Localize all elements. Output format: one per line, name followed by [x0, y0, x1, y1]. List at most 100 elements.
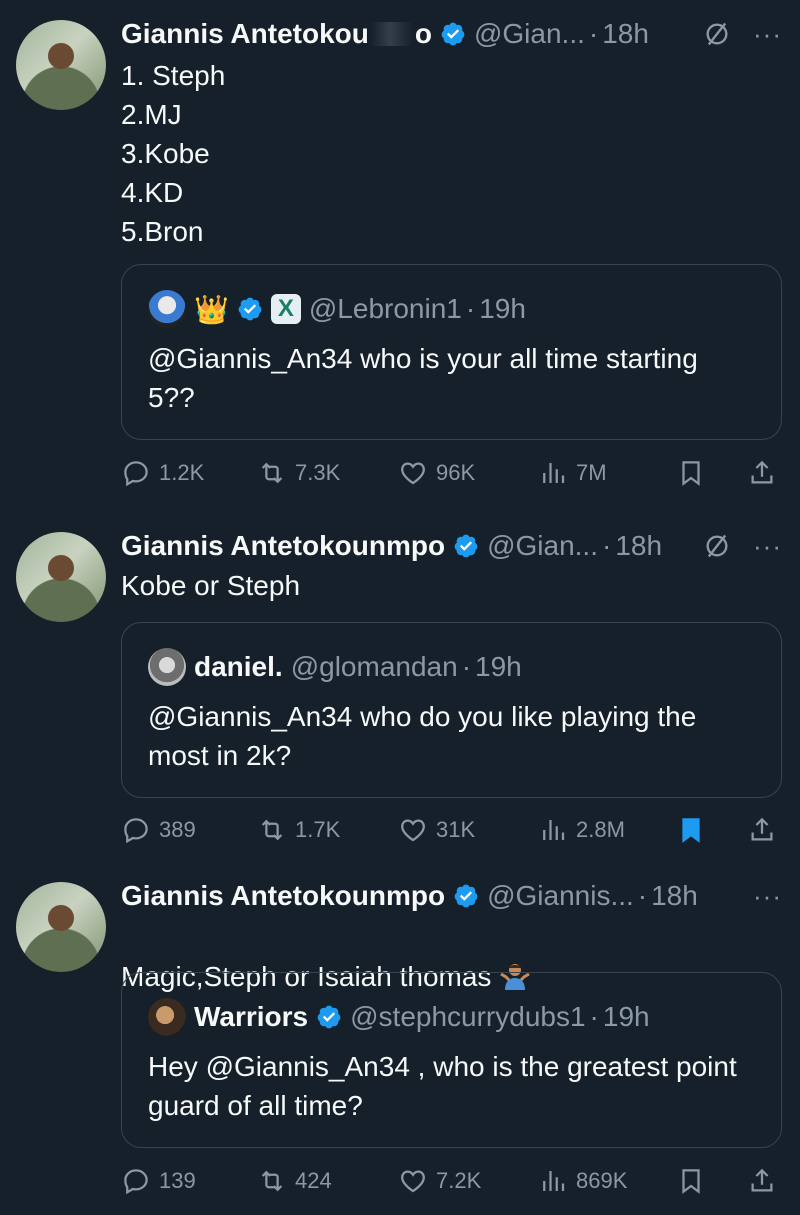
like-count: 31K: [436, 817, 476, 842]
share-icon: [751, 817, 773, 841]
author-handle[interactable]: @Giannis...: [487, 880, 634, 912]
separator-dot: ·: [601, 530, 612, 561]
verified-badge-icon: [454, 534, 478, 558]
views-button[interactable]: 869K: [538, 1161, 627, 1201]
quoted-handle: @Lebronin1: [308, 293, 462, 324]
bookmark-button[interactable]: [676, 1161, 714, 1201]
x-badge-icon: X: [270, 294, 301, 324]
verified-badge-icon: [238, 297, 262, 321]
reply-count: 139: [159, 1168, 196, 1193]
like-button[interactable]: 96K: [398, 453, 475, 493]
more-icon[interactable]: ···: [753, 531, 782, 562]
quoted-tweet[interactable]: Warriors @stephcurrydubs1 · 19h Hey @Gia…: [121, 972, 782, 1148]
verified-badge-icon: [454, 884, 478, 908]
like-count: 7.2K: [436, 1168, 482, 1193]
tweet-text: Kobe or Steph: [121, 570, 301, 601]
repost-count: 1.7K: [295, 817, 341, 842]
quoted-tweet[interactable]: daniel. @glomandan · 19h @Giannis_An34 w…: [121, 622, 782, 798]
grok-icon[interactable]: [703, 20, 731, 48]
bookmark-icon: [682, 1169, 700, 1194]
views-icon: [543, 820, 565, 840]
quoted-text: @Giannis_An34 who is your all time start…: [148, 343, 698, 413]
separator-dot: ·: [589, 1001, 599, 1032]
timestamp[interactable]: 18h: [602, 18, 649, 50]
share-icon: [751, 1168, 773, 1192]
share-button[interactable]: [747, 1161, 785, 1201]
quoted-timestamp: 19h: [602, 1001, 650, 1032]
reply-button[interactable]: 1.2K: [121, 453, 204, 493]
repost-button[interactable]: 1.7K: [257, 810, 340, 850]
views-button[interactable]: 2.8M: [538, 810, 625, 850]
repost-button[interactable]: 7.3K: [257, 453, 340, 493]
avatar[interactable]: [16, 20, 106, 110]
separator-dot: ·: [637, 880, 648, 911]
quoted-text: Hey @Giannis_An34 , who is the greatest …: [148, 1051, 737, 1121]
reply-icon: [124, 461, 148, 487]
share-button[interactable]: [747, 810, 785, 850]
views-button[interactable]: 7M: [538, 453, 607, 493]
like-count: 96K: [436, 460, 476, 485]
repost-icon: [261, 819, 283, 841]
reply-button[interactable]: 139: [121, 1161, 196, 1201]
like-icon: [401, 1170, 425, 1193]
tweet-header: Giannis Antetokou o @Gian... · 18h ···: [121, 14, 782, 54]
bookmark-button[interactable]: [676, 453, 714, 493]
reply-count: 389: [159, 817, 196, 842]
grok-icon[interactable]: [703, 532, 731, 560]
more-icon[interactable]: ···: [753, 19, 782, 50]
author-name[interactable]: Giannis Antetokou o: [121, 18, 432, 50]
views-icon: [543, 463, 565, 483]
timestamp[interactable]: 18h: [615, 530, 662, 562]
share-button[interactable]: [747, 453, 785, 493]
like-button[interactable]: 7.2K: [398, 1161, 481, 1201]
tweet-2[interactable]: Giannis Antetokounmpo @Gian... · 18h ···…: [0, 510, 800, 860]
verified-badge-icon: [441, 22, 465, 46]
separator-dot: ·: [588, 18, 599, 49]
quoted-avatar: [148, 290, 186, 328]
avatar[interactable]: [16, 532, 106, 622]
like-icon: [401, 462, 425, 485]
reply-icon: [124, 1169, 148, 1195]
like-button[interactable]: 31K: [398, 810, 475, 850]
quoted-name: Warriors: [194, 1001, 309, 1032]
quoted-tweet-header: Warriors @stephcurrydubs1 · 19h: [148, 997, 761, 1037]
tweet-3[interactable]: Giannis Antetokounmpo @Giannis... · 18h …: [0, 860, 800, 1215]
verified-badge-icon: [317, 1005, 341, 1029]
quoted-timestamp: 19h: [479, 293, 526, 324]
author-name[interactable]: Giannis Antetokounmpo: [121, 880, 445, 912]
tweet-header: Giannis Antetokounmpo @Gian... · 18h ···: [121, 526, 782, 566]
timestamp[interactable]: 18h: [651, 880, 698, 912]
separator-dot: ·: [461, 651, 472, 682]
separator-dot: ·: [465, 293, 476, 324]
author-name[interactable]: Giannis Antetokounmpo: [121, 530, 445, 562]
view-count: 7M: [576, 460, 607, 485]
quoted-timestamp: 19h: [475, 651, 522, 682]
avatar[interactable]: [16, 882, 106, 972]
reply-button[interactable]: 389: [121, 810, 196, 850]
views-icon: [543, 1171, 565, 1191]
author-handle[interactable]: @Gian...: [487, 530, 598, 562]
action-bar: 389 1.7K 31K 2.8M: [121, 810, 786, 850]
bookmark-icon: [682, 461, 700, 486]
view-count: 869K: [576, 1168, 628, 1193]
share-icon: [751, 460, 773, 484]
action-bar: 1.2K 7.3K 96K 7M: [121, 453, 786, 493]
quoted-handle: @stephcurrydubs1: [350, 1001, 586, 1032]
quoted-text: @Giannis_An34 who do you like playing th…: [148, 701, 697, 771]
quoted-name: daniel.: [194, 651, 283, 682]
view-count: 2.8M: [576, 817, 625, 842]
reply-count: 1.2K: [159, 460, 205, 485]
tweet-header: Giannis Antetokounmpo @Giannis... · 18h …: [121, 876, 782, 916]
author-handle[interactable]: @Gian...: [474, 18, 585, 50]
reply-icon: [124, 818, 148, 844]
tweet-1[interactable]: Giannis Antetokou o @Gian... · 18h ··· 1.…: [0, 0, 800, 510]
bookmark-button[interactable]: [676, 810, 714, 850]
repost-button[interactable]: 424: [257, 1161, 332, 1201]
quoted-handle: @glomandan: [290, 651, 458, 682]
repost-icon: [261, 1170, 283, 1192]
repost-icon: [261, 462, 283, 484]
more-icon[interactable]: ···: [753, 881, 782, 912]
quoted-tweet[interactable]: 👑 X @Lebronin1 · 19h @Giannis_An34 who i…: [121, 264, 782, 440]
tweet-text: 1. Steph 2.MJ 3.Kobe 4.KD 5.Bron: [121, 60, 226, 247]
repost-count: 7.3K: [295, 460, 341, 485]
